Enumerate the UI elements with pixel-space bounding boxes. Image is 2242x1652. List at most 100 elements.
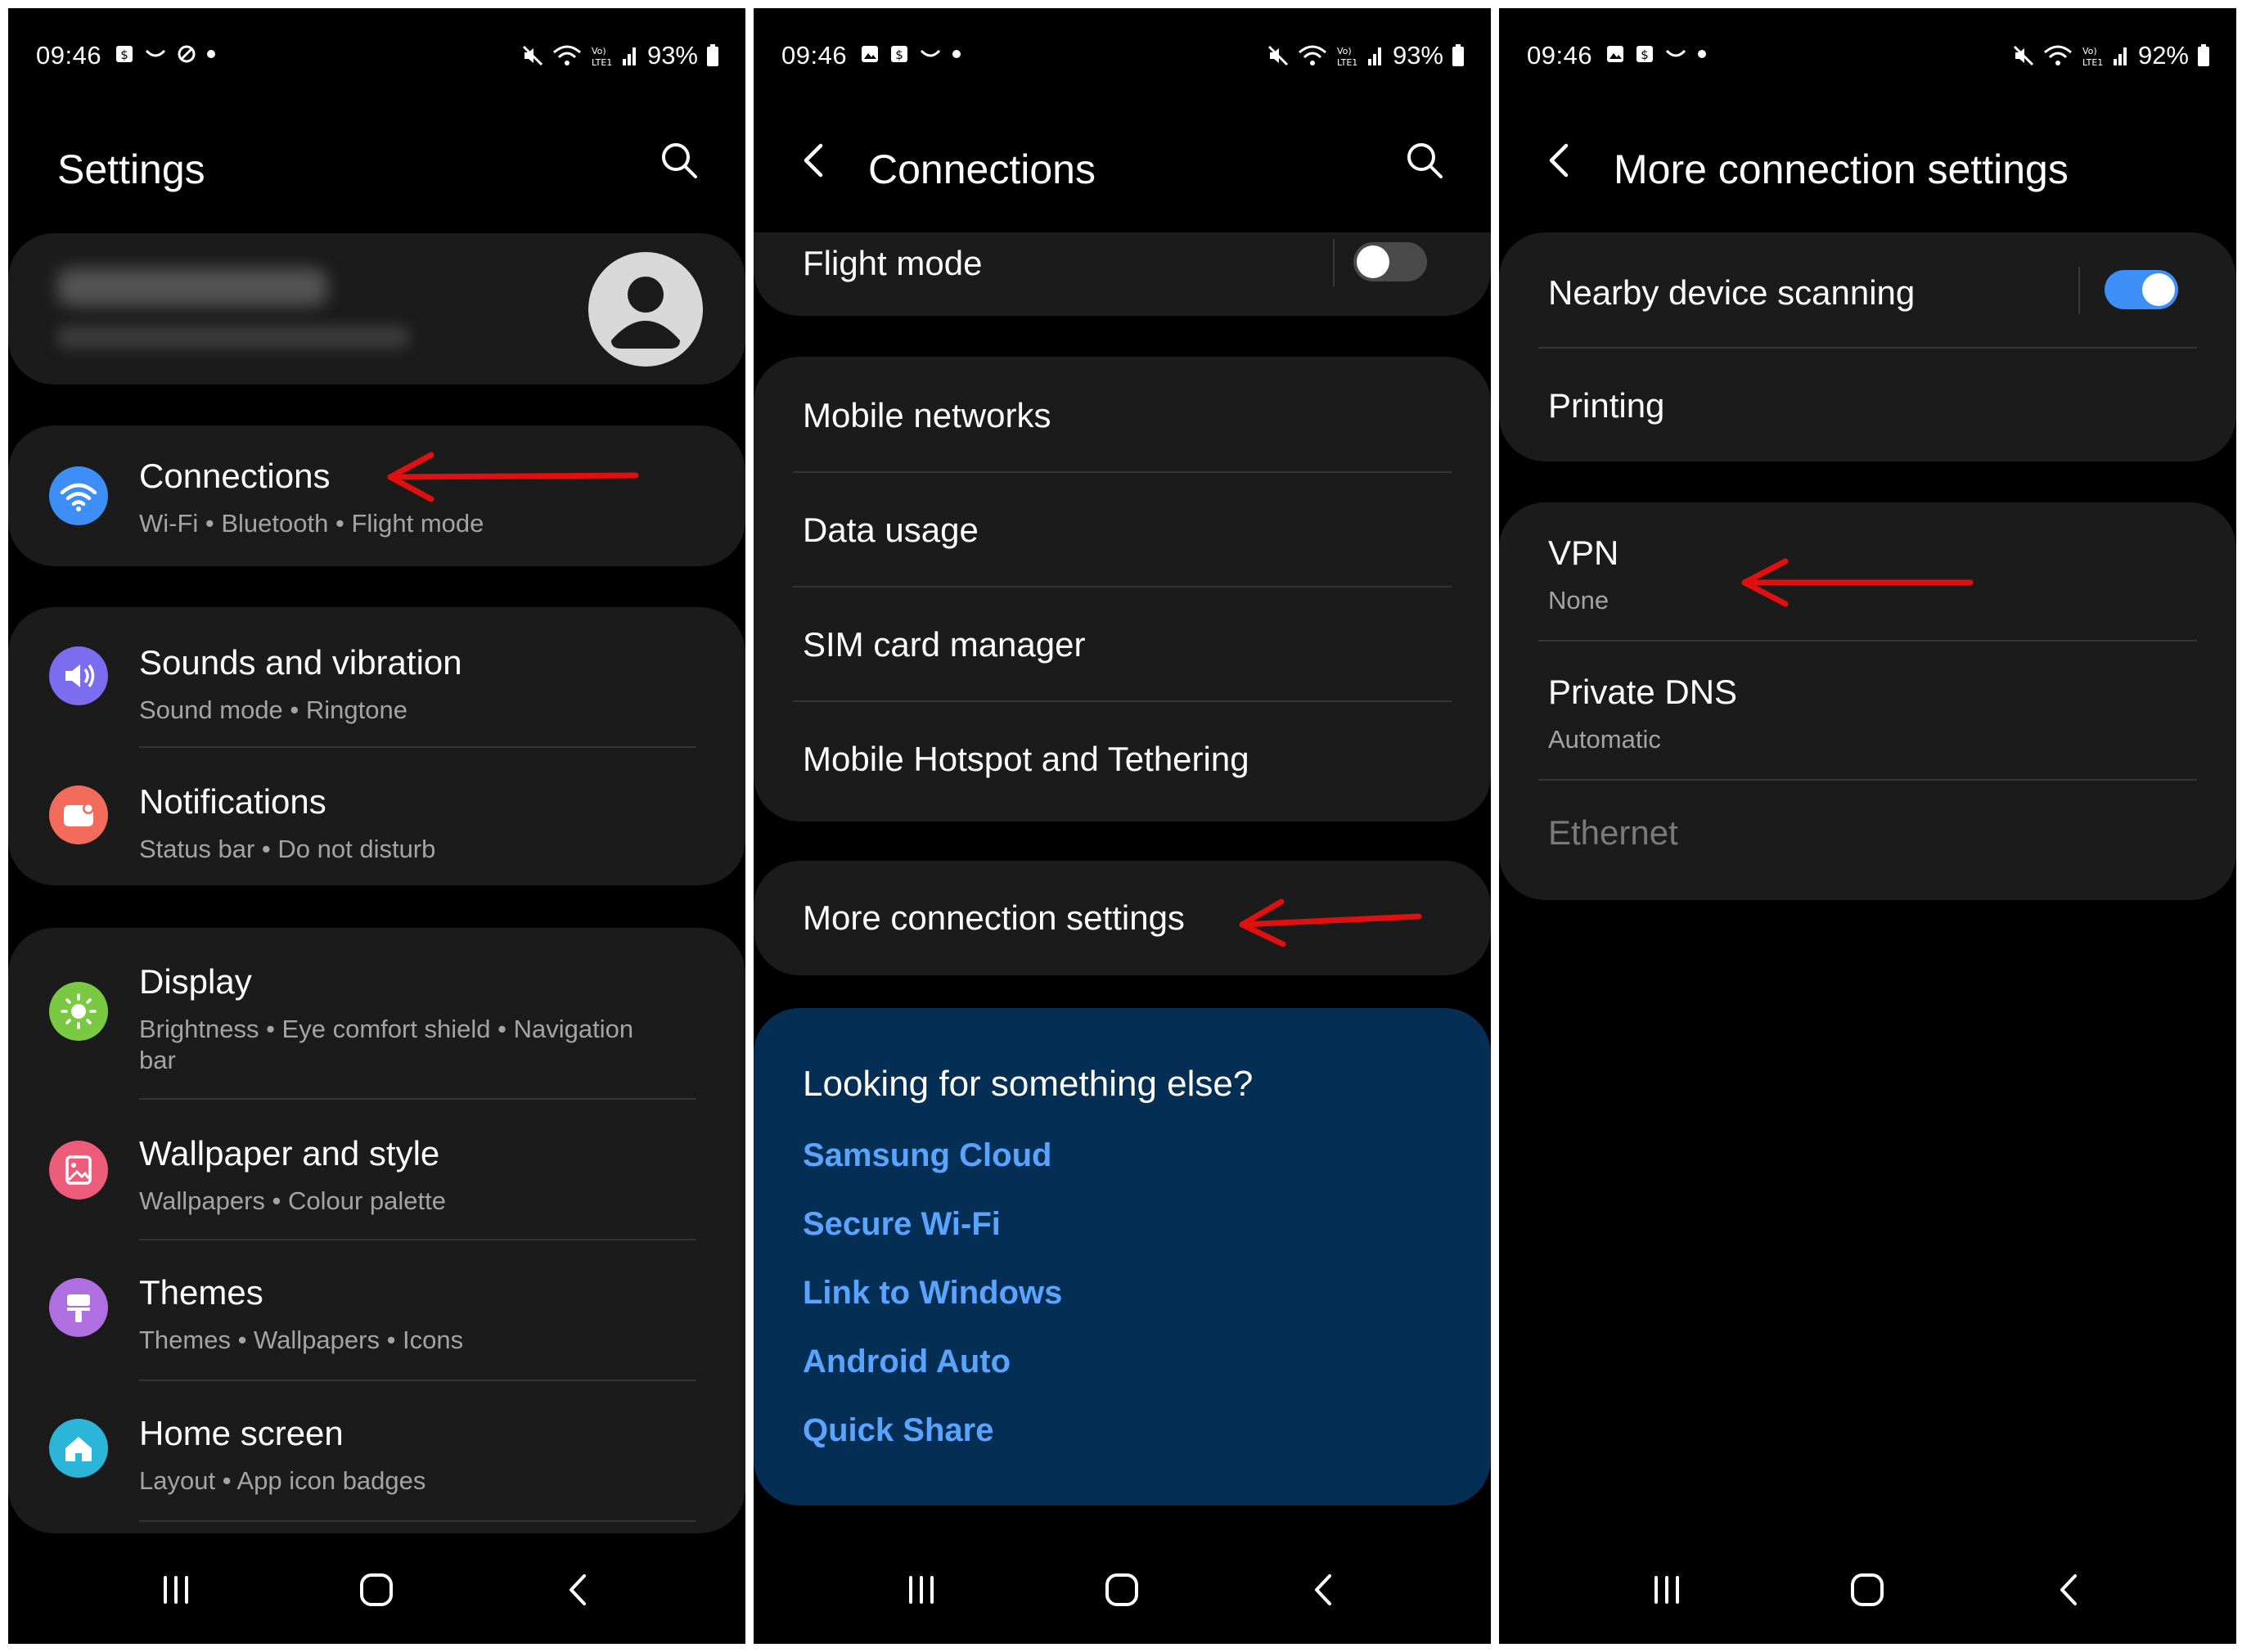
hotspot-tethering-row[interactable]: Mobile Hotspot and Tethering [754, 702, 1491, 821]
search-icon[interactable] [1403, 139, 1446, 182]
battery-icon [707, 44, 718, 66]
account-name-blurred [57, 268, 327, 306]
settings-item-notifications[interactable]: Notifications Status bar • Do not distur… [8, 748, 745, 885]
navigation-bar [8, 1546, 745, 1636]
recents-icon[interactable] [155, 1569, 196, 1610]
status-bar: 09:46 $ Vo) LTE1 92% [1499, 8, 2236, 98]
data-usage-row[interactable]: Data usage [754, 473, 1491, 586]
item-subtitle-wrap: bar [139, 1046, 176, 1074]
page-title: Settings [57, 146, 205, 192]
dollar-notification-icon: $ [891, 46, 907, 62]
item-title: Printing [1548, 386, 1665, 425]
sim-card-manager-row[interactable]: SIM card manager [754, 587, 1491, 700]
notification-icon [49, 785, 108, 844]
home-icon [49, 1419, 108, 1478]
svg-text:$: $ [120, 47, 128, 62]
link-quick-share[interactable]: Quick Share [803, 1412, 993, 1449]
item-subtitle: Automatic [1548, 725, 1661, 754]
item-subtitle: None [1548, 586, 1609, 614]
svg-text:$: $ [1641, 47, 1649, 62]
item-title: Ethernet [1548, 813, 1678, 852]
wallpaper-icon [49, 1141, 108, 1200]
settings-item-sounds[interactable]: Sounds and vibration Sound mode • Ringto… [8, 607, 745, 746]
back-arrow-icon[interactable] [1542, 139, 1574, 182]
avatar[interactable] [588, 252, 703, 367]
item-subtitle: Brightness • Eye comfort shield • Naviga… [139, 1015, 634, 1043]
back-button-icon[interactable] [1303, 1569, 1344, 1610]
nearby-device-scanning-row[interactable]: Nearby device scanning [1499, 232, 2236, 347]
dot-icon [952, 50, 961, 58]
status-bar: 09:46 $ Vo) LTE1 93% [754, 8, 1491, 98]
wifi-status-icon [2043, 45, 2072, 65]
recents-icon[interactable] [1646, 1569, 1687, 1610]
home-button-icon[interactable] [356, 1569, 397, 1610]
home-button-icon[interactable] [1847, 1569, 1888, 1610]
volte-signal-icon: Vo)LTE1 [1337, 46, 1381, 67]
image-notification-icon [1607, 46, 1623, 62]
item-subtitle: Status bar • Do not disturb [139, 835, 436, 863]
toggle-separator [1333, 239, 1335, 286]
recents-icon[interactable] [901, 1569, 942, 1610]
person-icon [611, 277, 680, 349]
link-android-auto[interactable]: Android Auto [803, 1344, 1011, 1380]
suggestions-title: Looking for something else? [803, 1064, 1254, 1104]
image-notification-icon [862, 46, 878, 62]
svg-text:Vo): Vo) [592, 46, 606, 56]
search-icon[interactable] [658, 139, 700, 182]
item-subtitle: Themes • Wallpapers • Icons [139, 1326, 464, 1354]
item-title: SIM card manager [803, 625, 1086, 664]
item-subtitle: Layout • App icon badges [139, 1466, 426, 1495]
svg-text:Vo): Vo) [2082, 46, 2097, 56]
item-title: Notifications [139, 782, 326, 821]
more-connection-settings-screen: 09:46 $ Vo) LTE1 92% More connection sett… [1499, 8, 2236, 1644]
smile-notification-icon [145, 49, 166, 57]
private-dns-row[interactable]: Private DNS Automatic [1499, 641, 2236, 779]
status-time: 09:46 [1527, 41, 1593, 70]
nearby-scanning-toggle[interactable] [2105, 270, 2178, 309]
item-title: VPN [1548, 533, 1619, 572]
back-button-icon[interactable] [558, 1569, 599, 1610]
status-time: 09:46 [36, 41, 102, 70]
speaker-icon [49, 646, 108, 705]
flight-mode-toggle[interactable] [1353, 242, 1427, 281]
annotation-arrow [387, 452, 639, 502]
suggestions-card: Looking for something else? Samsung Clou… [754, 1008, 1491, 1506]
item-subtitle: Wi-Fi • Bluetooth • Flight mode [139, 509, 484, 538]
printing-row[interactable]: Printing [1499, 349, 2236, 461]
mobile-networks-row[interactable]: Mobile networks [754, 357, 1491, 471]
item-title: Display [139, 962, 252, 1001]
item-title: Sounds and vibration [139, 643, 462, 682]
dot-icon [1698, 50, 1706, 58]
settings-item-home-screen[interactable]: Home screen Layout • App icon badges [8, 1381, 745, 1520]
item-title: More connection settings [803, 898, 1185, 937]
settings-item-wallpaper[interactable]: Wallpaper and style Wallpapers • Colour … [8, 1100, 745, 1239]
link-secure-wifi[interactable]: Secure Wi-Fi [803, 1206, 1001, 1243]
item-subtitle: Sound mode • Ringtone [139, 695, 407, 724]
navigation-bar [754, 1546, 1491, 1636]
home-button-icon[interactable] [1101, 1569, 1142, 1610]
dot-icon [207, 50, 215, 58]
item-title: Private DNS [1548, 673, 1738, 711]
item-title: Themes [139, 1273, 263, 1312]
wifi-status-icon [1298, 45, 1326, 65]
settings-item-display[interactable]: Display Brightness • Eye comfort shield … [8, 928, 745, 1098]
settings-item-themes[interactable]: Themes Themes • Wallpapers • Icons [8, 1240, 745, 1380]
status-right: Vo) LTE1 93% [521, 41, 719, 70]
link-link-to-windows[interactable]: Link to Windows [803, 1275, 1062, 1312]
sounds-notifications-card: Sounds and vibration Sound mode • Ringto… [8, 607, 745, 885]
blocked-notification-icon [178, 45, 196, 63]
status-right: Vo) LTE1 92% [2012, 41, 2210, 70]
back-button-icon[interactable] [2049, 1569, 2090, 1610]
svg-text:LTE1: LTE1 [592, 57, 612, 67]
link-samsung-cloud[interactable]: Samsung Cloud [803, 1137, 1051, 1174]
back-arrow-icon[interactable] [796, 139, 829, 182]
status-right: Vo) LTE1 93% [1267, 41, 1465, 70]
flight-mode-row[interactable]: Flight mode [754, 232, 1491, 316]
status-bar: 09:46 $ Vo) LTE1 93% [8, 8, 745, 98]
battery-percent: 93% [1392, 41, 1443, 70]
item-title: Mobile networks [803, 396, 1051, 434]
flight-mode-label: Flight mode [803, 244, 983, 282]
svg-text:LTE1: LTE1 [2082, 57, 2103, 67]
svg-text:Vo): Vo) [1337, 46, 1352, 56]
svg-text:LTE1: LTE1 [1337, 57, 1357, 67]
